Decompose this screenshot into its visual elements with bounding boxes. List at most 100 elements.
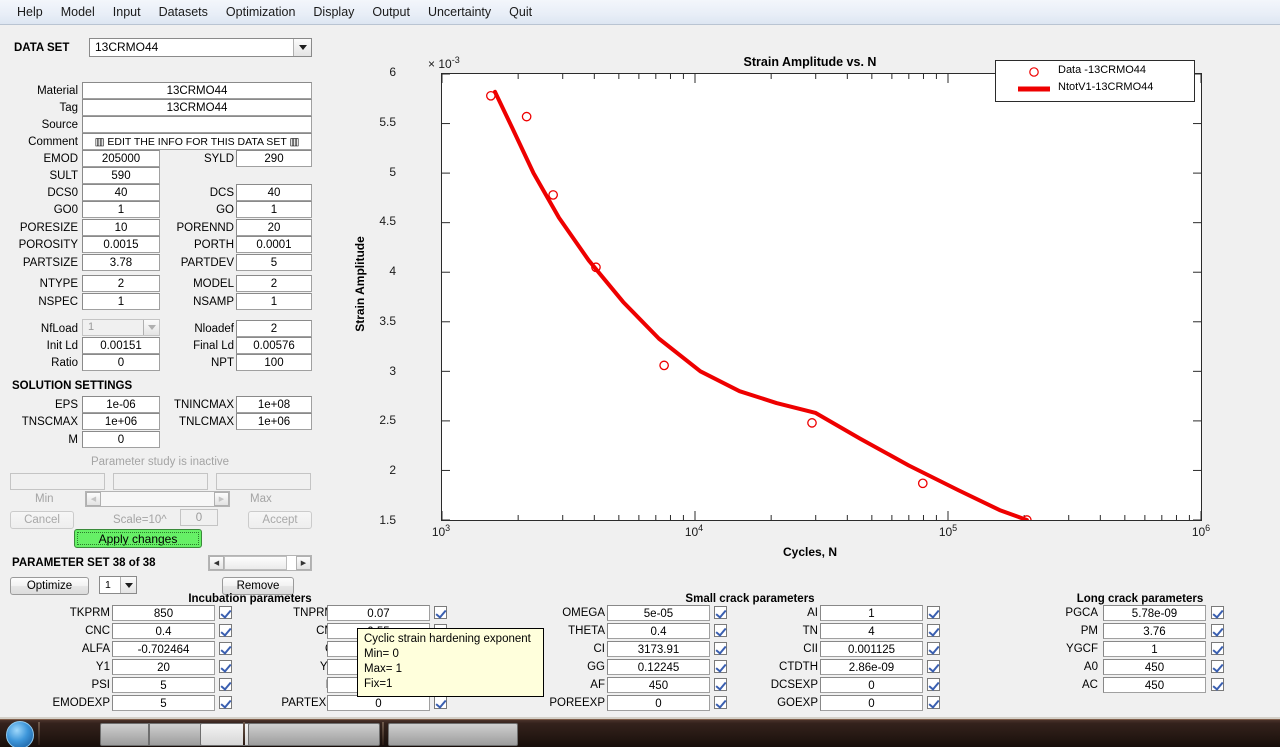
taskbar-item[interactable] [148,723,150,746]
scroll-track[interactable] [224,556,296,570]
field-tnincmax[interactable]: 1e+08 [236,396,312,413]
field-ygcf[interactable]: 1 [1103,641,1206,657]
field-cii[interactable]: 0.001125 [820,641,923,657]
field-tnlcmax[interactable]: 1e+06 [236,413,312,430]
field-dcs[interactable]: 40 [236,184,312,201]
field-go0[interactable]: 1 [82,201,160,218]
param-study-field-3[interactable] [216,473,311,490]
field-partexp[interactable]: 0 [327,695,430,711]
field-a0[interactable]: 450 [1103,659,1206,675]
field-psi[interactable]: 5 [112,677,215,693]
checkbox-ygcf[interactable] [1211,642,1224,655]
checkbox-ctdth[interactable] [927,660,940,673]
field-tn[interactable]: 4 [820,623,923,639]
field-poresize[interactable]: 10 [82,219,160,236]
menu-item-help[interactable]: Help [8,2,52,22]
field-af[interactable]: 450 [607,677,710,693]
checkbox-emodexp[interactable] [219,696,232,709]
checkbox-psi[interactable] [219,678,232,691]
field-alfa[interactable]: -0.702464 [112,641,215,657]
scroll-thumb[interactable] [224,556,287,570]
checkbox-pgca[interactable] [1211,606,1224,619]
field-npt[interactable]: 100 [236,354,312,371]
start-orb-icon[interactable] [6,721,34,747]
field-dcsexp[interactable]: 0 [820,677,923,693]
field-sult[interactable]: 590 [82,167,160,184]
field-ntype[interactable]: 2 [82,275,160,292]
field-porth[interactable]: 0.0001 [236,236,312,253]
checkbox-tn[interactable] [927,624,940,637]
field-nfload[interactable]: 1 [82,319,160,336]
field-m[interactable]: 0 [82,431,160,448]
field-porennd[interactable]: 20 [236,219,312,236]
parameter-set-scrollbar[interactable]: ◀ ▶ [208,555,312,571]
field-dcs0[interactable]: 40 [82,184,160,201]
field-comment[interactable]: ▥ EDIT THE INFO FOR THIS DATA SET ▥ [82,133,312,150]
checkbox-tkprm[interactable] [219,606,232,619]
slider-left-arrow-icon[interactable]: ◀ [86,492,101,506]
checkbox-cnc[interactable] [219,624,232,637]
field-source[interactable] [82,116,312,133]
field-pgca[interactable]: 5.78e-09 [1103,605,1206,621]
field-ctdth[interactable]: 2.86e-09 [820,659,923,675]
menu-item-uncertainty[interactable]: Uncertainty [419,2,500,22]
field-ac[interactable]: 450 [1103,677,1206,693]
field-ratio[interactable]: 0 [82,354,160,371]
scale-value-field[interactable]: 0 [180,509,218,526]
field-pm[interactable]: 3.76 [1103,623,1206,639]
field-nsamp[interactable]: 1 [236,293,312,310]
checkbox-goexp[interactable] [927,696,940,709]
field-nloadef[interactable]: 2 [236,320,312,337]
checkbox-gg[interactable] [714,660,727,673]
checkbox-partexp[interactable] [434,696,447,709]
checkbox-tnprm[interactable] [434,606,447,619]
checkbox-a0[interactable] [1211,660,1224,673]
apply-changes-button[interactable]: Apply changes [74,529,202,548]
menu-item-datasets[interactable]: Datasets [150,2,217,22]
field-poreexp[interactable]: 0 [607,695,710,711]
checkbox-ac[interactable] [1211,678,1224,691]
param-study-field-2[interactable] [113,473,208,490]
field-ci[interactable]: 3173.91 [607,641,710,657]
checkbox-dcsexp[interactable] [927,678,940,691]
checkbox-theta[interactable] [714,624,727,637]
field-model[interactable]: 2 [236,275,312,292]
menu-item-input[interactable]: Input [104,2,150,22]
checkbox-ci[interactable] [714,642,727,655]
field-porosity[interactable]: 0.0015 [82,236,160,253]
checkbox-cii[interactable] [927,642,940,655]
slider-right-arrow-icon[interactable]: ▶ [214,492,229,506]
field-goexp[interactable]: 0 [820,695,923,711]
field-syld[interactable]: 290 [236,150,312,167]
checkbox-omega[interactable] [714,606,727,619]
menu-item-output[interactable]: Output [363,2,419,22]
scroll-left-arrow-icon[interactable]: ◀ [209,556,224,570]
field-partdev[interactable]: 5 [236,254,312,271]
dataset-select[interactable]: 13CRMO44 [89,38,312,57]
cancel-button[interactable]: Cancel [10,511,74,529]
checkbox-af[interactable] [714,678,727,691]
checkbox-pm[interactable] [1211,624,1224,637]
param-study-field-1[interactable] [10,473,105,490]
field-emodexp[interactable]: 5 [112,695,215,711]
accept-button[interactable]: Accept [248,511,312,529]
field-omega[interactable]: 5e-05 [607,605,710,621]
field-theta[interactable]: 0.4 [607,623,710,639]
checkbox-poreexp[interactable] [714,696,727,709]
field-tag[interactable]: 13CRMO44 [82,99,312,116]
field-tnprm[interactable]: 0.07 [327,605,430,621]
field-tnscmax[interactable]: 1e+06 [82,413,160,430]
field-y1[interactable]: 20 [112,659,215,675]
param-study-slider[interactable]: ◀ ▶ [85,491,230,507]
scroll-right-arrow-icon[interactable]: ▶ [296,556,311,570]
field-nspec[interactable]: 1 [82,293,160,310]
field-init-ld[interactable]: 0.00151 [82,337,160,354]
field-ai[interactable]: 1 [820,605,923,621]
slider-track[interactable] [101,492,214,506]
field-emod[interactable]: 205000 [82,150,160,167]
field-tkprm[interactable]: 850 [112,605,215,621]
menu-item-model[interactable]: Model [52,2,104,22]
menu-item-display[interactable]: Display [304,2,363,22]
menu-item-quit[interactable]: Quit [500,2,541,22]
checkbox-y1[interactable] [219,660,232,673]
